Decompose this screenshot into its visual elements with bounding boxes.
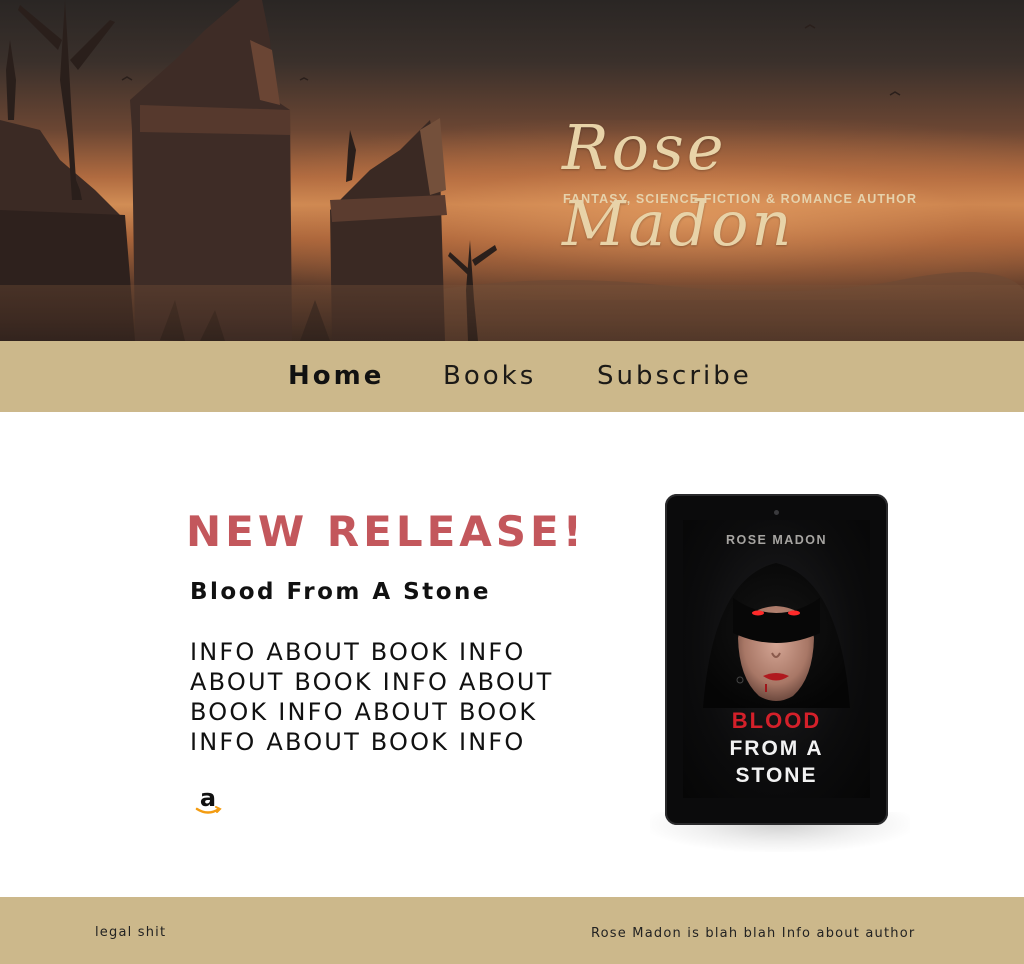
book-description: INFO ABOUT BOOK INFO ABOUT BOOK INFO ABO…: [190, 637, 590, 757]
cover-title-line2: FROM A: [729, 737, 824, 760]
cover-author-name: ROSE MADON: [725, 533, 828, 547]
amazon-icon: a: [195, 784, 222, 814]
book-info-line: INFO ABOUT BOOK INFO: [190, 638, 526, 666]
hero-banner: Rose Madon FANTASY, SCIENCE FICTION & RO…: [0, 0, 1024, 341]
book-title: Blood From A Stone: [190, 579, 491, 605]
author-tagline: FANTASY, SCIENCE FICTION & ROMANCE AUTHO…: [563, 192, 918, 206]
cover-title-line1: BLOOD: [731, 708, 822, 733]
svg-text:a: a: [200, 784, 216, 812]
author-brand-title: Rose Madon: [562, 111, 795, 260]
amazon-buy-link[interactable]: a: [192, 784, 224, 818]
book-cover-tablet[interactable]: ROSE MADON BLOOD FROM A STONE: [665, 494, 888, 825]
book-info-line: ABOUT BOOK INFO ABOUT: [190, 668, 554, 696]
nav-item-home[interactable]: Home: [288, 359, 384, 393]
book-cover-image: ROSE MADON BLOOD FROM A STONE: [683, 520, 870, 798]
footer-legal-link[interactable]: legal shit: [95, 925, 166, 940]
book-info-line: INFO ABOUT BOOK INFO: [190, 728, 526, 756]
tablet-camera: [774, 510, 779, 515]
cover-title-line3: STONE: [735, 764, 818, 787]
nav-item-books[interactable]: Books: [443, 359, 536, 393]
footer-about-author: Rose Madon is blah blah Info about autho…: [591, 926, 916, 941]
main-nav: Home Books Subscribe: [0, 341, 1024, 412]
book-info-line: BOOK INFO ABOUT BOOK: [190, 698, 538, 726]
nav-item-subscribe[interactable]: Subscribe: [597, 359, 752, 393]
new-release-heading: NEW RELEASE!: [186, 507, 586, 556]
cover-hooded-face-illustration: [703, 563, 850, 708]
hero-ground: [0, 285, 1024, 341]
footer: legal shit Rose Madon is blah blah Info …: [0, 897, 1024, 964]
